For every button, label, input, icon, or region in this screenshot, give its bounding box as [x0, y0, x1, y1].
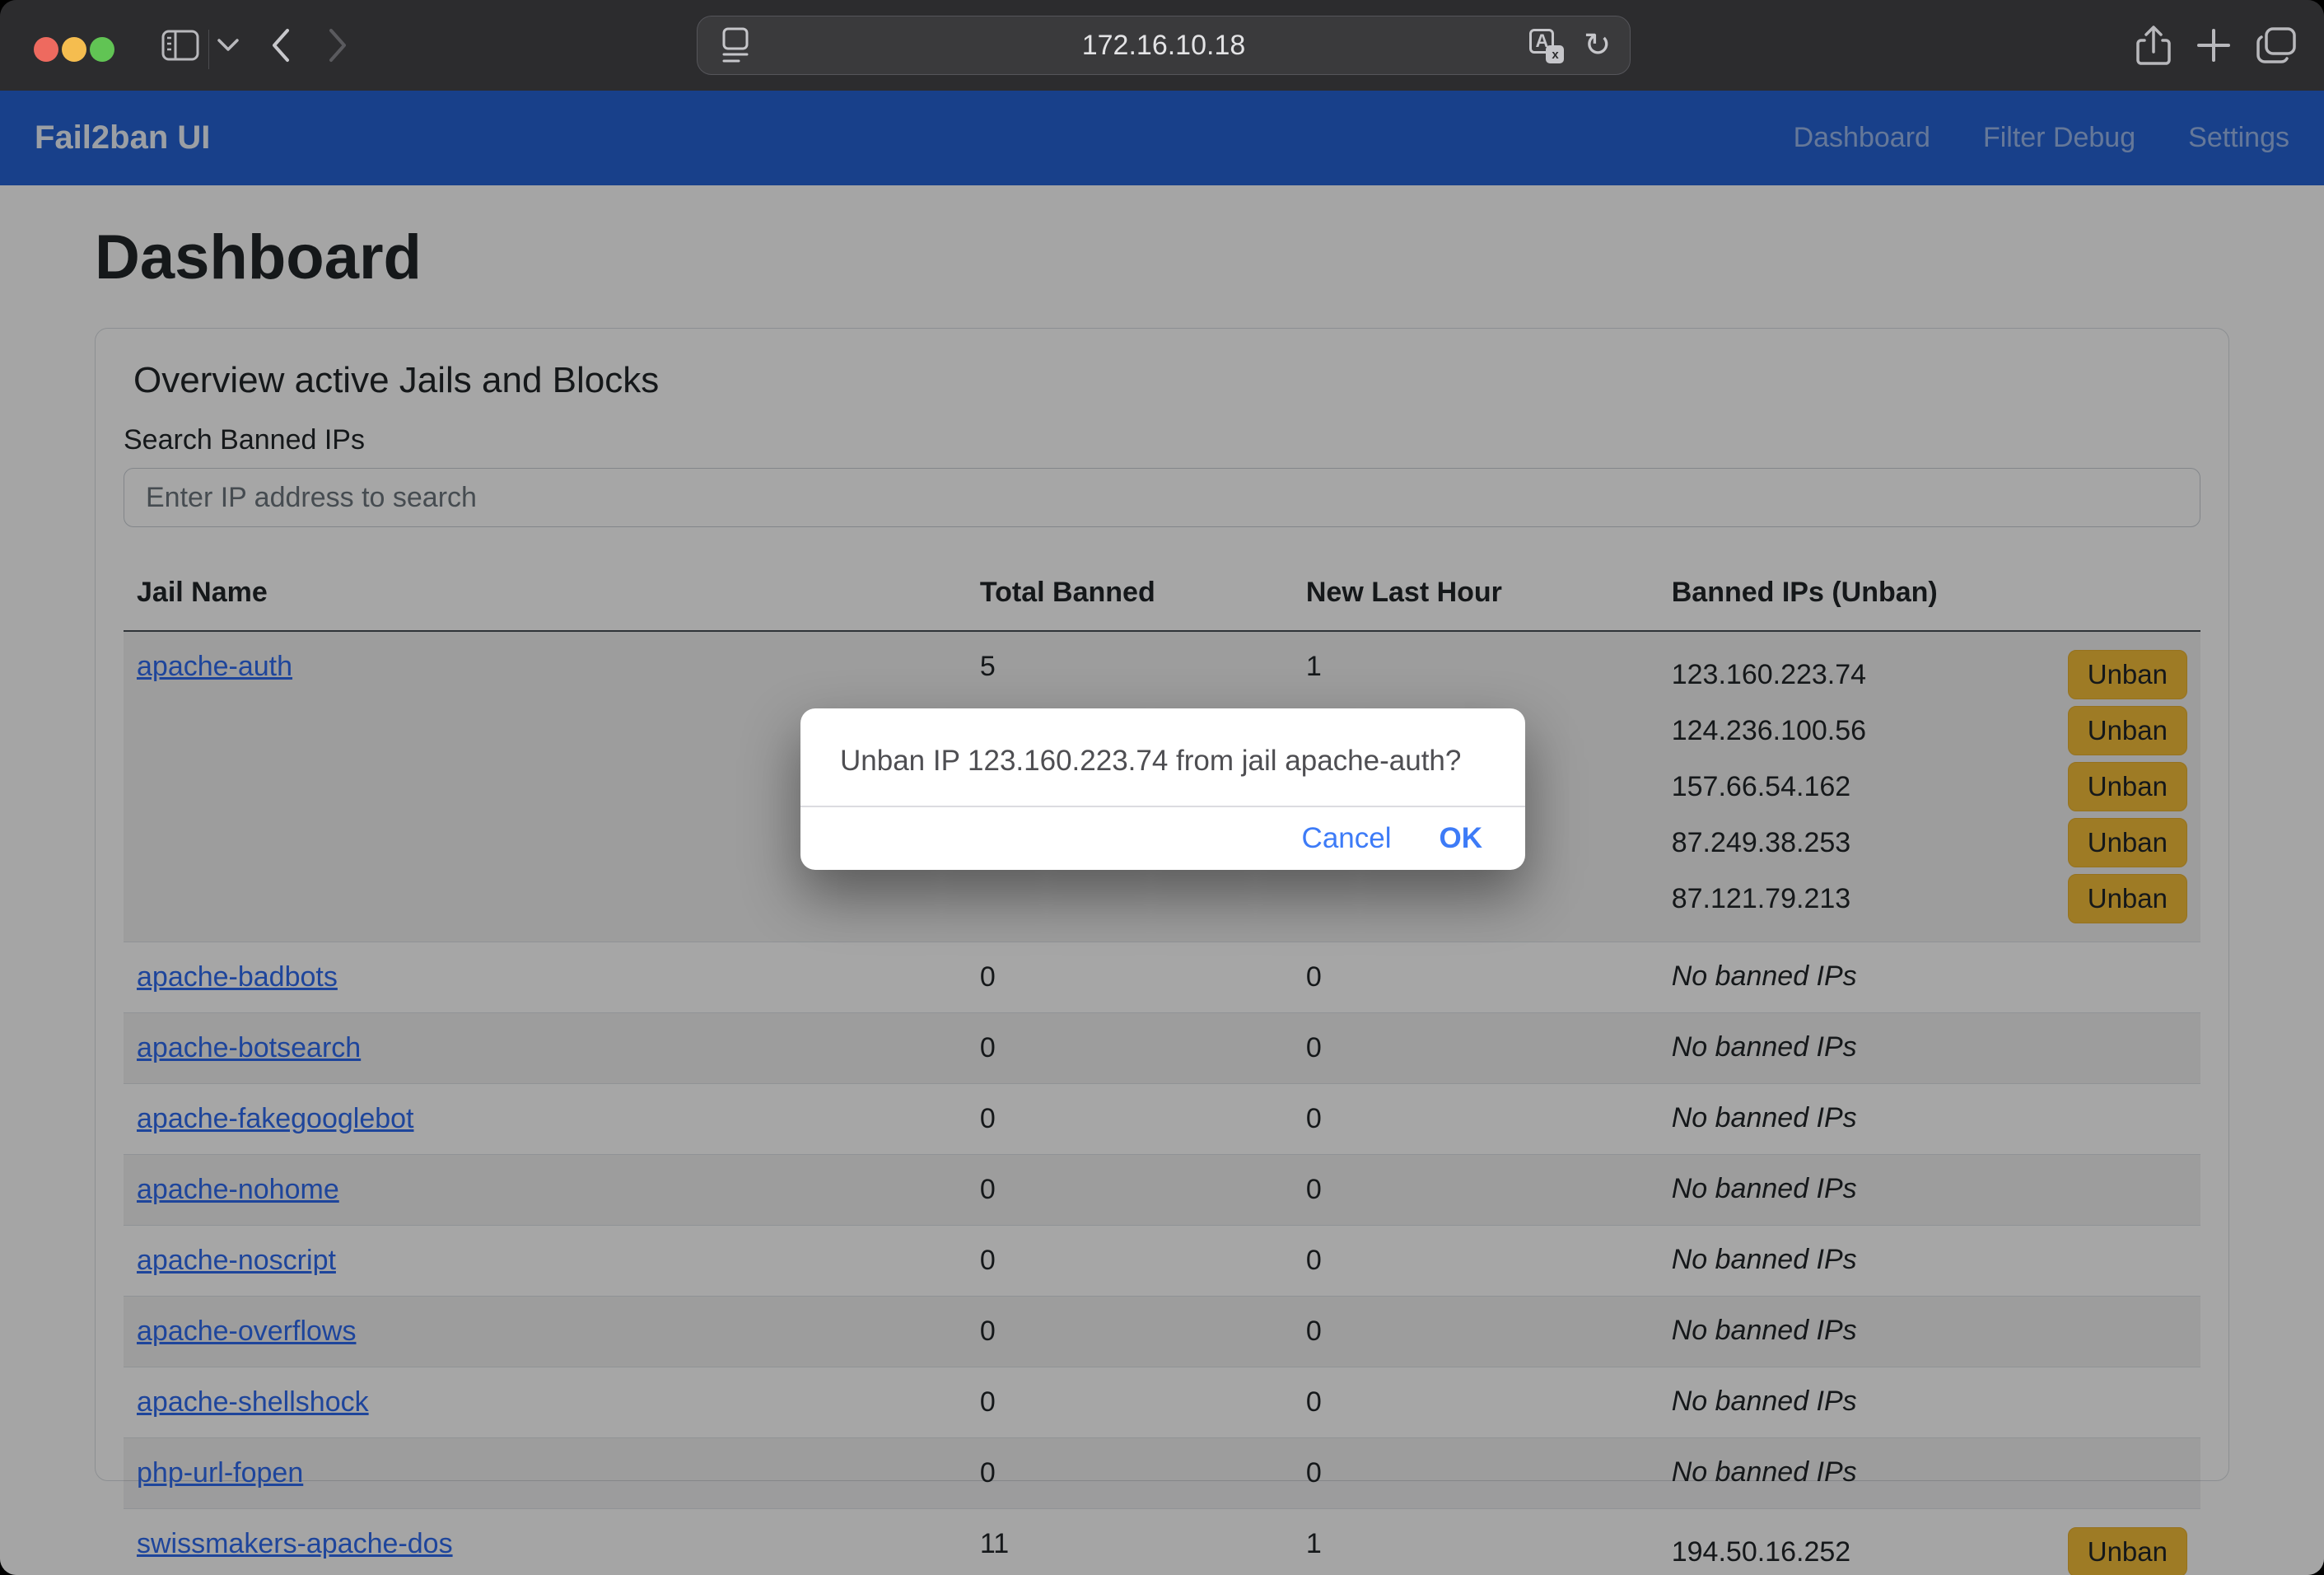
back-icon[interactable]	[268, 0, 292, 91]
tabs-icon[interactable]	[2255, 0, 2298, 91]
dialog-message: Unban IP 123.160.223.74 from jail apache…	[800, 708, 1525, 778]
minimize-window-button[interactable]	[62, 37, 86, 62]
toolbar-divider	[208, 30, 209, 69]
forward-icon[interactable]	[326, 0, 351, 91]
share-icon[interactable]	[2135, 0, 2172, 91]
confirm-dialog: Unban IP 123.160.223.74 from jail apache…	[800, 708, 1525, 870]
close-window-button[interactable]	[34, 37, 58, 62]
browser-toolbar: 172.16.10.18 A x ↺	[0, 0, 2324, 91]
cancel-button[interactable]: Cancel	[1302, 822, 1392, 855]
chevron-down-icon[interactable]	[217, 0, 239, 91]
browser-window: 172.16.10.18 A x ↺ Fail2ban UI Dashboard	[0, 0, 2324, 1575]
address-bar[interactable]: 172.16.10.18 A x ↺	[697, 16, 1631, 75]
translate-icon[interactable]: A x	[1529, 29, 1562, 62]
sidebar-icon[interactable]	[161, 0, 199, 91]
reload-icon[interactable]: ↺	[1584, 29, 1612, 62]
url-text: 172.16.10.18	[698, 30, 1630, 62]
new-tab-icon[interactable]	[2196, 0, 2232, 91]
zoom-window-button[interactable]	[90, 37, 114, 62]
ok-button[interactable]: OK	[1440, 822, 1483, 855]
